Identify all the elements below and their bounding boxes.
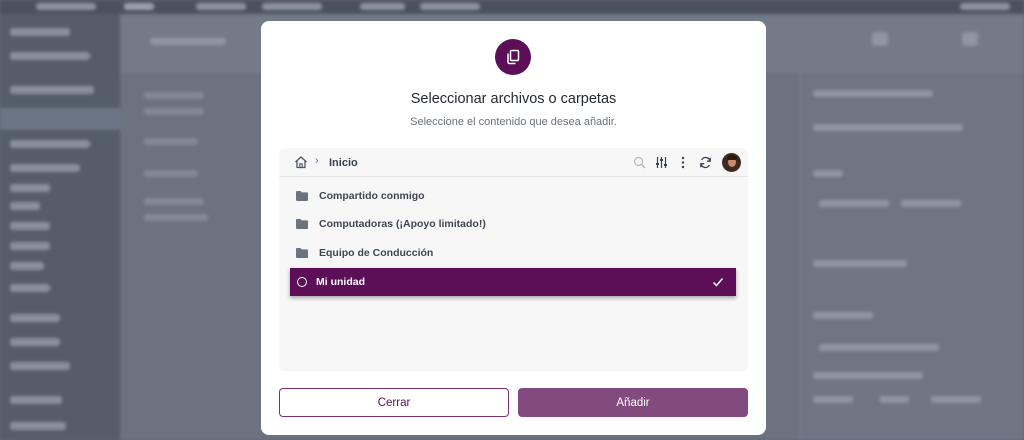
- check-icon: [712, 278, 724, 287]
- select-files-dialog: Seleccionar archivos o carpetas Seleccio…: [261, 21, 766, 435]
- folder-row-label: Mi unidad: [316, 276, 365, 288]
- folder-icon: [296, 248, 308, 258]
- refresh-icon[interactable]: [698, 155, 712, 169]
- background-right-panel: [800, 72, 1024, 440]
- background-topbar: [0, 0, 1024, 14]
- file-picker: › Inicio Compartido conmigo Computadoras…: [279, 148, 748, 371]
- folder-icon: [296, 219, 308, 229]
- folder-row-computers[interactable]: Computadoras (¡Apoyo limitado!): [290, 210, 736, 238]
- close-button[interactable]: Cerrar: [279, 388, 509, 417]
- breadcrumb-current[interactable]: Inicio: [329, 157, 358, 169]
- background-sidebar: [0, 14, 120, 440]
- folder-row-label: Equipo de Conducción: [319, 247, 434, 259]
- more-vertical-icon[interactable]: [676, 155, 690, 169]
- folder-icon: [296, 191, 308, 201]
- breadcrumb-separator-icon: ›: [315, 155, 319, 167]
- folder-row-shared[interactable]: Compartido conmigo: [290, 182, 736, 210]
- search-icon[interactable]: [632, 155, 646, 169]
- folder-row-label: Computadoras (¡Apoyo limitado!): [319, 218, 486, 230]
- copy-files-icon: [495, 39, 531, 75]
- folder-row-team[interactable]: Equipo de Conducción: [290, 239, 736, 267]
- picker-header: › Inicio: [279, 148, 748, 177]
- folder-row-my-drive[interactable]: Mi unidad: [290, 268, 736, 296]
- folder-row-label: Compartido conmigo: [319, 190, 425, 202]
- add-button[interactable]: Añadir: [518, 388, 748, 417]
- radio-icon[interactable]: [297, 277, 307, 287]
- dialog-subtitle: Seleccione el contenido que desea añadir…: [410, 116, 617, 128]
- home-icon[interactable]: [294, 155, 308, 169]
- dialog-title: Seleccionar archivos o carpetas: [410, 91, 617, 107]
- filter-sliders-icon[interactable]: [654, 155, 668, 169]
- user-avatar[interactable]: [722, 153, 741, 172]
